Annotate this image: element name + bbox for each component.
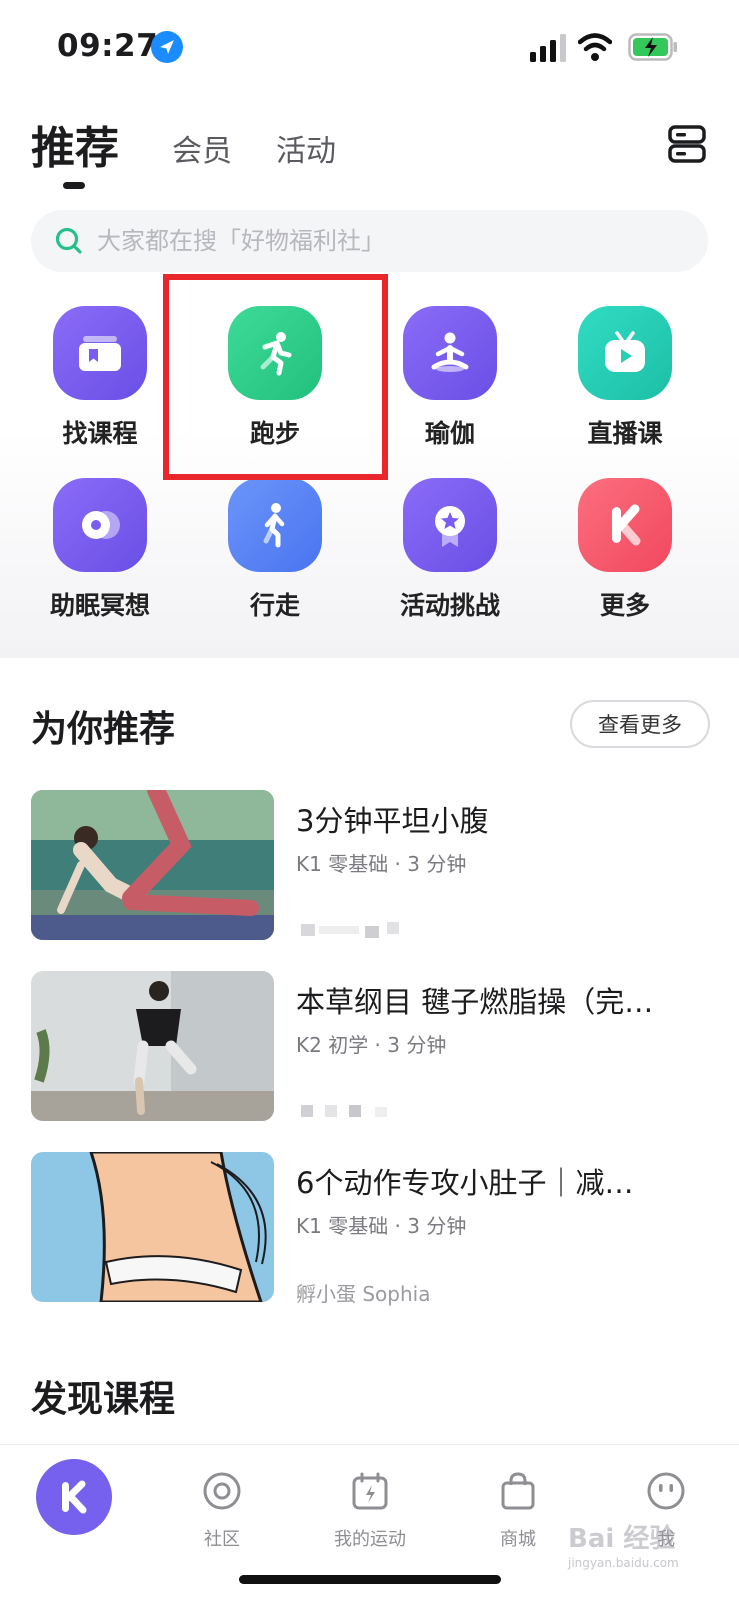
category-sleep-meditation[interactable]: 助眠冥想 [10, 478, 190, 638]
annotation-highlight-box [163, 274, 388, 480]
keep-k-icon [578, 478, 672, 572]
course-item[interactable]: 3分钟平坦小腹 K1 零基础 · 3 分钟 [31, 790, 711, 942]
tab-activity[interactable]: 活动 [276, 126, 336, 170]
category-live-class[interactable]: 直播课 [535, 306, 715, 466]
course-meta: K1 零基础 · 3 分钟 [296, 1214, 467, 1238]
search-input[interactable] [97, 210, 677, 272]
course-title: 6个动作专攻小肚子｜减… [296, 1166, 634, 1200]
tabbar-label: 社区 [204, 1529, 240, 1550]
community-icon [203, 1472, 241, 1510]
live-tv-icon [578, 306, 672, 400]
keep-k-icon [36, 1459, 112, 1535]
category-label: 助眠冥想 [49, 591, 150, 620]
course-author: 孵小蛋 Sophia [296, 1282, 431, 1306]
tab-recommend[interactable]: 推荐 [31, 112, 119, 176]
battery-charging-icon [628, 33, 677, 61]
tab-member[interactable]: 会员 [172, 126, 232, 170]
profile-icon [647, 1472, 685, 1510]
tabbar-community[interactable]: 社区 [148, 1445, 296, 1565]
course-title: 3分钟平坦小腹 [296, 804, 489, 838]
category-label: 更多 [599, 591, 650, 620]
badge-icon [403, 478, 497, 572]
active-tab-indicator [63, 182, 85, 189]
baidu-watermark-url: jingyan.baidu.com [568, 1556, 679, 1570]
course-icon [53, 306, 147, 400]
course-meta: K1 零基础 · 3 分钟 [296, 852, 467, 876]
course-thumbnail [31, 971, 274, 1121]
tabbar-label: 我的运动 [334, 1529, 406, 1550]
category-label: 行走 [249, 591, 300, 620]
category-label: 直播课 [587, 419, 663, 448]
baidu-watermark: Bai 经验 [568, 1524, 676, 1554]
top-tabs: 推荐 会员 活动 [0, 110, 739, 200]
recommend-section-title: 为你推荐 [31, 709, 176, 750]
my-sport-icon [352, 1472, 388, 1510]
location-arrow-icon [151, 31, 183, 63]
discover-section-title: 发现课程 [31, 1379, 176, 1420]
status-bar: 09:27 [0, 0, 739, 100]
search-bar[interactable] [31, 210, 708, 272]
status-time: 09:27 [57, 28, 159, 64]
course-meta: K2 初学 · 3 分钟 [296, 1033, 447, 1057]
server-menu-icon[interactable] [668, 124, 706, 164]
blurred-author [301, 922, 399, 938]
signal-icon [530, 34, 566, 62]
blurred-author [301, 1105, 387, 1117]
course-thumbnail [31, 1152, 274, 1302]
course-item[interactable]: 6个动作专攻小肚子｜减… K1 零基础 · 3 分钟 孵小蛋 Sophia [31, 1152, 711, 1306]
shop-bag-icon [501, 1472, 535, 1510]
category-challenge[interactable]: 活动挑战 [360, 478, 540, 638]
meditation-icon [53, 478, 147, 572]
tabbar-my-sport[interactable]: 我的运动 [296, 1445, 444, 1565]
category-label: 活动挑战 [399, 591, 500, 620]
search-icon [55, 227, 82, 254]
category-walking[interactable]: 行走 [185, 478, 365, 638]
walking-icon [228, 478, 322, 572]
view-more-button[interactable]: 查看更多 [570, 700, 710, 748]
yoga-icon [403, 306, 497, 400]
wifi-icon [578, 33, 612, 61]
tabbar-home[interactable] [0, 1445, 148, 1565]
category-more[interactable]: 更多 [535, 478, 715, 638]
course-thumbnail [31, 790, 274, 940]
course-title: 本草纲目 毽子燃脂操（完… [296, 985, 654, 1019]
course-item[interactable]: 本草纲目 毽子燃脂操（完… K2 初学 · 3 分钟 [31, 971, 711, 1123]
app-screen: 09:27 推荐 会员 活动 大家都在搜「好物福利社」 找课程 跑步 瑜伽 直播… [0, 0, 739, 1600]
home-indicator [239, 1575, 501, 1584]
